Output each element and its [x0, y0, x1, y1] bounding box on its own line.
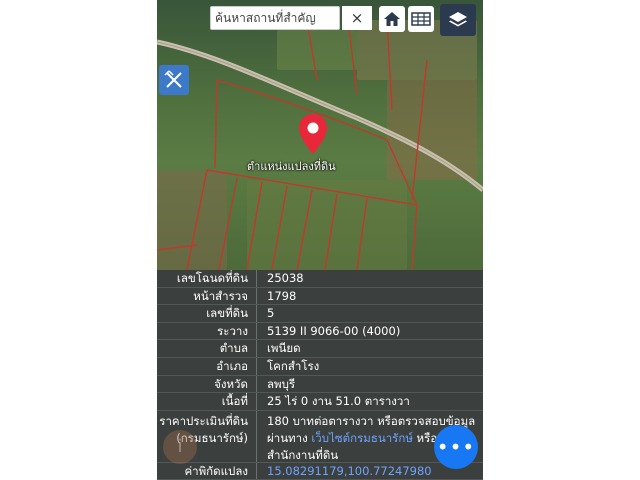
grid-button[interactable]	[408, 6, 434, 32]
info-row-label: ตำบล	[157, 340, 257, 357]
info-row-label: อำเภอ	[157, 357, 257, 375]
info-row: เลขที่ดิน 5	[157, 305, 483, 323]
info-row-label: จังหวัด	[157, 375, 257, 393]
coords-label: ค่าพิกัดแปลง	[157, 462, 257, 480]
info-row-value: 1798	[267, 288, 297, 303]
info-row-value: เพนียด	[267, 341, 301, 356]
info-row-label: เลขที่ดิน	[157, 305, 257, 322]
price-prefix-text: ผ่านทาง	[267, 430, 312, 445]
info-row: หน้าสำรวจ 1798	[157, 287, 483, 306]
satellite-map[interactable]: ตำแหน่งแปลงที่ดิน ค้นหาสถานที่สำคัญ ×	[157, 0, 483, 270]
info-row-label: เนื้อที่	[157, 393, 257, 410]
price-row: ราคาประเมินที่ดิน (กรมธนารักษ์) 180 บาทต…	[157, 410, 483, 463]
more-options-button[interactable]: •••	[434, 425, 478, 469]
info-row-label: เลขโฉนดที่ดิน	[157, 270, 257, 287]
grid-icon	[411, 12, 431, 26]
map-pin-icon[interactable]	[299, 114, 327, 154]
price-label-line1: ราคาประเมินที่ดิน	[159, 413, 248, 428]
info-row: เลขโฉนดที่ดิน 25038	[157, 270, 483, 288]
info-row-value: ลพบุรี	[267, 376, 296, 391]
ruler-icon	[164, 70, 182, 88]
home-button[interactable]	[379, 6, 405, 32]
info-row: เนื้อที่ 25 ไร่ 0 งาน 51.0 ตารางวา	[157, 393, 483, 411]
info-row-value: 5	[267, 306, 275, 321]
marker-label: ตำแหน่งแปลงที่ดิน	[247, 160, 336, 173]
phone-screen: ตำแหน่งแปลงที่ดิน ค้นหาสถานที่สำคัญ × เล…	[157, 0, 483, 480]
info-row: ระวาง 5139 II 9066-00 (4000)	[157, 322, 483, 341]
measure-tool-button[interactable]	[159, 65, 189, 95]
layers-icon	[449, 12, 467, 27]
info-row-value: 25 ไร่ 0 งาน 51.0 ตารางวา	[267, 394, 410, 409]
search-input[interactable]: ค้นหาสถานที่สำคัญ	[210, 6, 340, 30]
info-row-value: 25038	[267, 271, 304, 285]
faded-info-icon: i	[163, 430, 197, 464]
info-row-value: 5139 II 9066-00 (4000)	[267, 323, 401, 338]
treasury-website-link[interactable]: เว็บไซต์กรมธนารักษ์	[311, 431, 413, 445]
info-row: ตำบล เพนียด	[157, 340, 483, 358]
info-row-label: ระวาง	[157, 322, 257, 340]
info-row-value: โคกสำโรง	[267, 358, 320, 373]
info-row-label: หน้าสำรวจ	[157, 287, 257, 305]
coords-row: ค่าพิกัดแปลง 15.08291179,100.77247980	[157, 462, 483, 480]
layers-button[interactable]	[440, 4, 476, 36]
clear-search-button[interactable]: ×	[342, 6, 372, 30]
home-icon	[384, 12, 400, 26]
info-row: จังหวัด ลพบุรี	[157, 375, 483, 394]
info-row: อำเภอ โคกสำโรง	[157, 357, 483, 376]
